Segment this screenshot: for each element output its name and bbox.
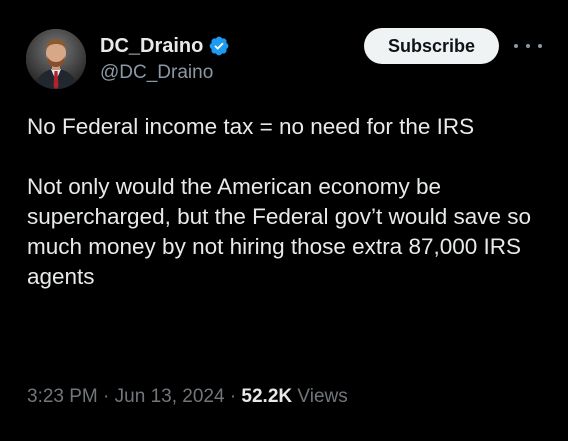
avatar-image — [26, 29, 86, 89]
meta-separator: · — [229, 386, 237, 407]
views-count: 52.2K — [241, 386, 293, 407]
author-name-row[interactable]: DC_Draino — [100, 33, 230, 59]
avatar[interactable] — [26, 29, 86, 89]
tweet-time[interactable]: 3:23 PM — [27, 386, 98, 407]
ellipsis-dot — [526, 44, 530, 48]
tweet-card: DC_Draino @DC_Draino Subscribe No Federa… — [0, 0, 568, 441]
author-handle[interactable]: @DC_Draino — [100, 62, 213, 84]
tweet-date[interactable]: Jun 13, 2024 — [115, 386, 225, 407]
subscribe-button[interactable]: Subscribe — [364, 28, 499, 64]
tweet-paragraph: No Federal income tax = no need for the … — [27, 114, 475, 139]
tweet-paragraph: Not only would the American economy be s… — [27, 174, 532, 289]
verified-badge-icon[interactable] — [208, 35, 230, 57]
tweet-meta: 3:23 PM · Jun 13, 2024 · 52.2K Views — [27, 386, 348, 408]
display-name[interactable]: DC_Draino — [100, 35, 203, 58]
tweet-text: No Federal income tax = no need for the … — [27, 112, 547, 292]
ellipsis-dot — [514, 44, 518, 48]
ellipsis-icon[interactable] — [514, 34, 542, 58]
ellipsis-dot — [538, 44, 542, 48]
views-label: Views — [297, 386, 348, 407]
meta-separator: · — [103, 386, 110, 407]
